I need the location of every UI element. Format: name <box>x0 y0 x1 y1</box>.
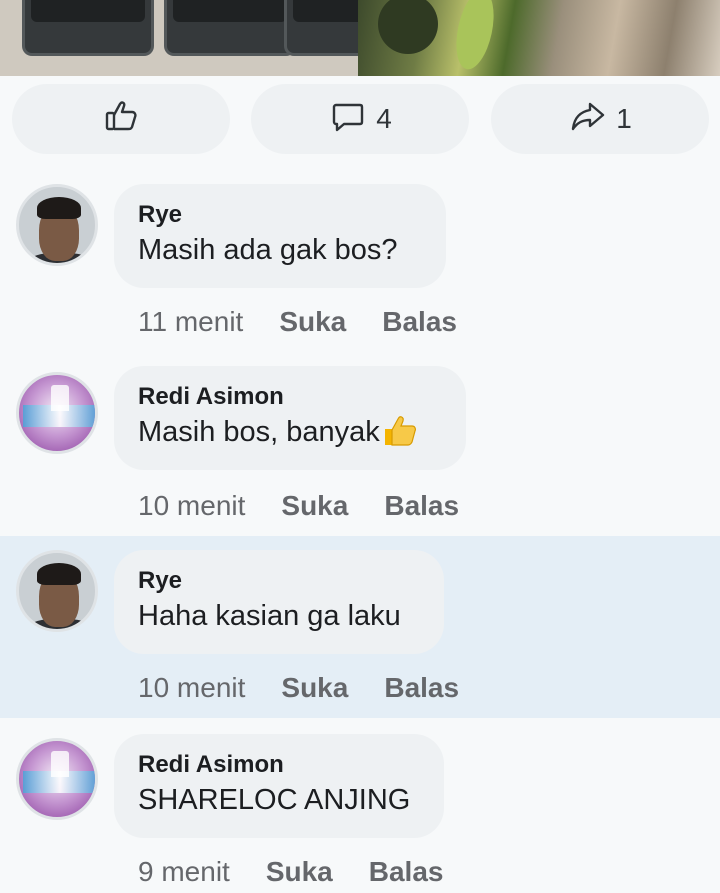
avatar[interactable] <box>16 372 98 454</box>
avatar[interactable] <box>16 738 98 820</box>
like-link[interactable]: Suka <box>266 856 333 888</box>
share-icon <box>568 96 608 143</box>
comment-author[interactable]: Rye <box>138 200 420 230</box>
reply-link[interactable]: Balas <box>369 856 444 888</box>
comment-time[interactable]: 11 menit <box>138 306 243 338</box>
comment-text: Haha kasian ga laku <box>138 600 401 632</box>
thumbs-up-icon <box>101 96 141 143</box>
comment-bubble: Redi Asimon Masih bos, banyak <box>114 366 466 470</box>
comment-meta: 9 menit Suka Balas <box>138 856 479 888</box>
comment-time[interactable]: 10 menit <box>138 672 245 704</box>
comment-time[interactable]: 9 menit <box>138 856 230 888</box>
comment-author[interactable]: Redi Asimon <box>138 382 440 412</box>
comment-text: Masih bos, banyak <box>138 412 440 452</box>
plant-pot <box>164 0 296 56</box>
post-action-bar: 4 1 <box>0 82 720 158</box>
thumbs-up-emoji-icon <box>382 413 418 447</box>
comment-bubble: Redi Asimon SHARELOC ANJING <box>114 734 444 838</box>
comment-time[interactable]: 10 menit <box>138 490 245 522</box>
comment-button[interactable]: 4 <box>251 84 469 154</box>
post-photo[interactable] <box>0 0 720 76</box>
comment-icon <box>328 96 368 143</box>
comment-text: SHARELOC ANJING <box>138 784 411 816</box>
comment-author[interactable]: Rye <box>138 566 418 596</box>
plant-pot <box>22 0 154 56</box>
share-count: 1 <box>616 103 632 134</box>
like-link[interactable]: Suka <box>279 306 346 338</box>
comment-author[interactable]: Redi Asimon <box>138 750 418 780</box>
comment-meta: 10 menit Suka Balas <box>138 490 495 522</box>
comment-text: Masih ada gak bos? <box>138 234 398 266</box>
reply-link[interactable]: Balas <box>384 672 459 704</box>
like-link[interactable]: Suka <box>281 490 348 522</box>
comment-bubble: Rye Masih ada gak bos? <box>114 184 446 288</box>
plant-leaves <box>358 0 720 76</box>
comment-meta: 10 menit Suka Balas <box>138 672 495 704</box>
reply-link[interactable]: Balas <box>382 306 457 338</box>
avatar[interactable] <box>16 550 98 632</box>
comment-bubble: Rye Haha kasian ga laku <box>114 550 444 654</box>
avatar[interactable] <box>16 184 98 266</box>
share-button[interactable]: 1 <box>491 84 709 154</box>
comment-meta: 11 menit Suka Balas <box>138 306 493 338</box>
reply-link[interactable]: Balas <box>384 490 459 522</box>
like-button[interactable] <box>12 84 230 154</box>
like-link[interactable]: Suka <box>281 672 348 704</box>
comment-count: 4 <box>376 103 392 134</box>
